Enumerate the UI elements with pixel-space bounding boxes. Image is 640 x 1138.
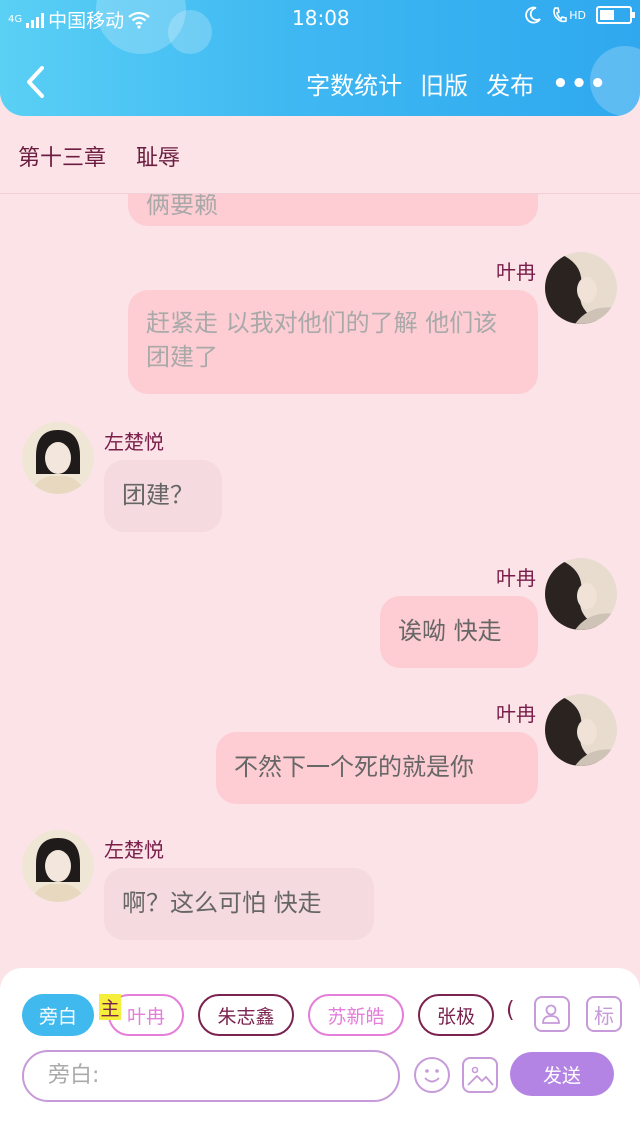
message-text: 赶紧走 以我对他们的了解 他们该团建了 [146,309,498,371]
message-text: 俩要赖 [146,194,218,219]
message-bubble[interactable]: 不然下一个死的就是你 [216,732,538,804]
status-bar: 4G 中国移动 18:08 HD [0,4,640,32]
character-chip-narration[interactable]: 旁白 [22,994,94,1036]
message-bubble[interactable]: 啊？这么可怕 快走 [104,868,374,940]
avatar-image-icon [545,694,617,766]
old-version-button[interactable]: 旧版 [420,66,468,101]
network-type: 4G [8,13,23,25]
avatar-image-icon [22,422,94,494]
picture-icon [467,1066,494,1086]
avatar[interactable] [545,558,617,630]
character-chip-zhangji[interactable]: 张极 [418,994,494,1036]
message-text: 啊？这么可怕 快走 [122,889,322,917]
character-manage-icon[interactable] [534,996,570,1032]
avatar-image-icon [545,558,617,630]
protagonist-badge: 主 [99,994,121,1020]
signal-icon [26,12,45,28]
message-text: 不然下一个死的就是你 [234,753,474,781]
chapter-bar: 第十三章 耻辱 [0,116,640,194]
message-bubble[interactable]: 团建？ [104,460,222,532]
character-chip-suxinhao[interactable]: 苏新皓 [308,994,404,1036]
avatar-image-icon [22,830,94,902]
more-characters-edge[interactable]: ( [506,998,515,1023]
chapter-title: 耻辱 [136,146,181,171]
publish-button[interactable]: 发布 [486,66,534,101]
wifi-icon [128,11,150,29]
top-header: 4G 中国移动 18:08 HD 字数统计 旧版 发布 ••• [0,0,640,116]
avatar-image-icon [545,252,617,324]
hd-call-icon: HD [552,6,586,24]
message-bubble[interactable]: 诶呦 快走 [380,596,538,668]
message-text: 团建？ [122,481,194,509]
composer-panel: 旁白 叶冉 主 朱志鑫 苏新皓 张极 ( 标 旁白: 发送 [0,968,640,1138]
more-options-icon[interactable]: ••• [552,69,608,99]
image-upload-icon[interactable] [462,1057,498,1093]
message-input[interactable]: 旁白: [22,1050,400,1102]
message-text: 诶呦 快走 [398,617,502,645]
avatar[interactable] [22,422,94,494]
moon-icon [525,6,542,24]
battery-icon [596,6,635,24]
avatar[interactable] [545,694,617,766]
carrier-name: 中国移动 [48,10,125,32]
message-bubble[interactable]: 俩要赖 [128,194,538,226]
tag-button[interactable]: 标 [586,996,622,1032]
send-button[interactable]: 发送 [510,1052,614,1096]
sender-name: 叶冉 [496,566,536,590]
message-bubble[interactable]: 赶紧走 以我对他们的了解 他们该团建了 [128,290,538,394]
chapter-number: 第十三章 [18,146,107,171]
emoji-icon[interactable] [414,1057,450,1093]
avatar[interactable] [22,830,94,902]
back-chevron-icon[interactable] [20,62,54,102]
avatar[interactable] [545,252,617,324]
sender-name: 左楚悦 [104,838,164,862]
sender-name: 叶冉 [496,702,536,726]
smile-face-icon [424,1069,440,1083]
character-chip-zhuzhixin[interactable]: 朱志鑫 [198,994,294,1036]
sender-name: 叶冉 [496,260,536,284]
sender-name: 左楚悦 [104,430,164,454]
status-time: 18:08 [292,6,350,30]
word-count-button[interactable]: 字数统计 [306,66,402,101]
person-icon [542,1004,560,1024]
nav-bar: 字数统计 旧版 发布 ••• [0,58,640,108]
chat-area[interactable]: 俩要赖 叶冉 赶紧走 以我对他们的了解 他们该团建了 左楚悦 团建？ 叶冉 诶呦… [0,194,640,969]
